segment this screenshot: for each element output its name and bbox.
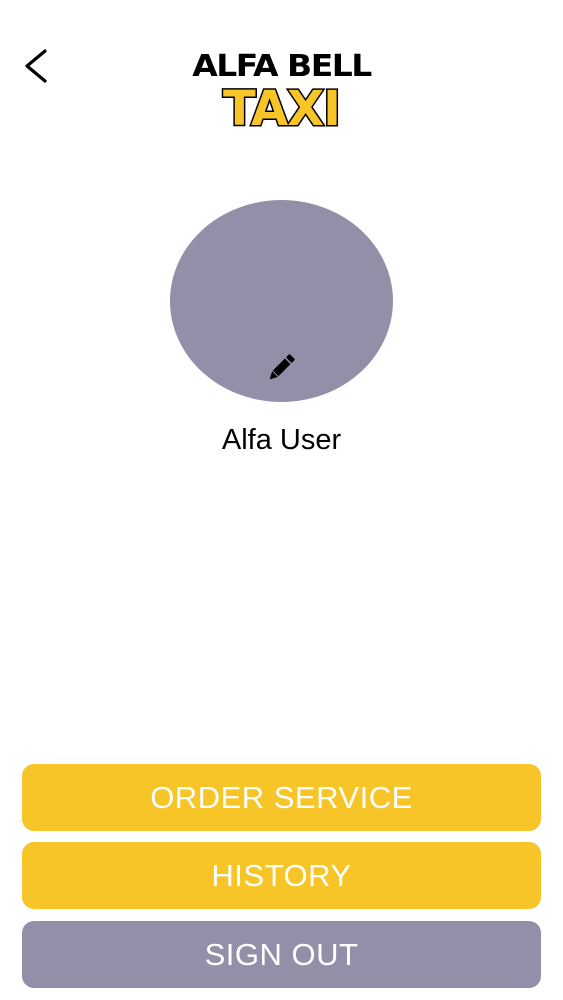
history-button[interactable]: HISTORY (22, 842, 541, 909)
order-service-button[interactable]: ORDER SERVICE (22, 764, 541, 831)
logo-line-brand: ALFA BELL (192, 47, 372, 84)
logo-line-taxi: TAXI (221, 81, 342, 137)
sign-out-button[interactable]: SIGN OUT (22, 921, 541, 988)
pencil-icon[interactable] (263, 350, 299, 386)
user-name: Alfa User (221, 424, 342, 456)
app-logo: ALFA BELL TAXI (0, 44, 563, 137)
